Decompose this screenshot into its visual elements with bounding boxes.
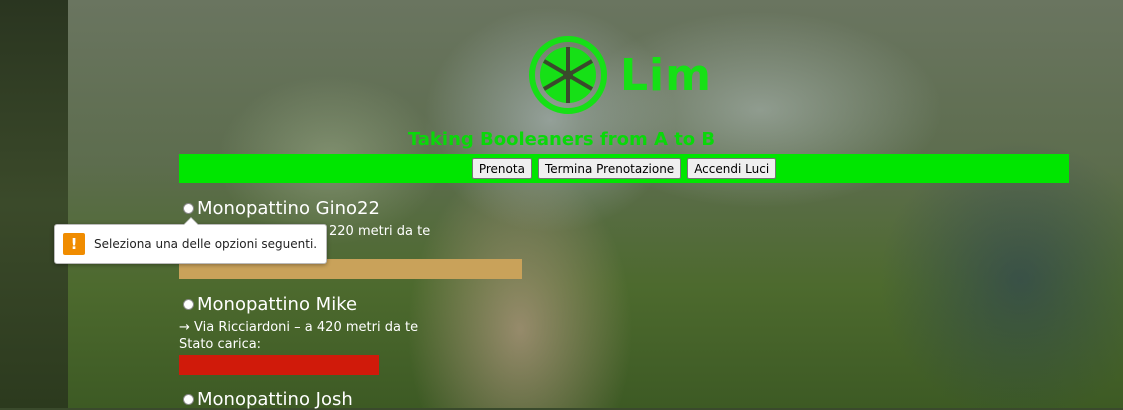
scooter-details-mike: → Via Ricciardoni – a 420 metri da te St… xyxy=(179,320,418,352)
scooter-option-gino22: Monopattino Gino22 xyxy=(183,198,380,219)
radio-gino22[interactable] xyxy=(183,203,194,214)
charge-bar-mike xyxy=(179,355,379,375)
prenota-button[interactable]: Prenota xyxy=(471,158,532,179)
scooter-location: 220 metri da te xyxy=(329,224,431,239)
scooter-option-mike: Monopattino Mike xyxy=(183,294,357,315)
radio-mike[interactable] xyxy=(183,299,194,310)
scooter-name[interactable]: Monopattino Josh xyxy=(197,389,353,410)
validation-tooltip: ! Seleziona una delle opzioni seguenti. xyxy=(54,217,327,264)
scooter-name[interactable]: Monopattino Gino22 xyxy=(197,198,380,219)
warning-icon: ! xyxy=(63,233,85,255)
action-toolbar: Prenota Termina Prenotazione Accendi Luc… xyxy=(179,154,1069,183)
scooter-location: → Via Ricciardoni – a 420 metri da te xyxy=(179,320,419,335)
radio-josh[interactable] xyxy=(183,394,194,405)
charge-status-label: Stato carica: xyxy=(179,337,262,352)
lime-wheel-logo-icon xyxy=(529,36,607,114)
termina-prenotazione-button[interactable]: Termina Prenotazione xyxy=(537,158,682,179)
scooter-option-josh: Monopattino Josh xyxy=(183,389,353,410)
accendi-luci-button[interactable]: Accendi Luci xyxy=(687,158,777,179)
background-left-strip xyxy=(0,0,68,408)
validation-message: Seleziona una delle opzioni seguenti. xyxy=(94,237,318,251)
scooter-name[interactable]: Monopattino Mike xyxy=(197,294,357,315)
brand-logotype: Lim xyxy=(620,50,712,101)
brand-tagline: Taking Booleaners from A to B xyxy=(407,129,716,150)
